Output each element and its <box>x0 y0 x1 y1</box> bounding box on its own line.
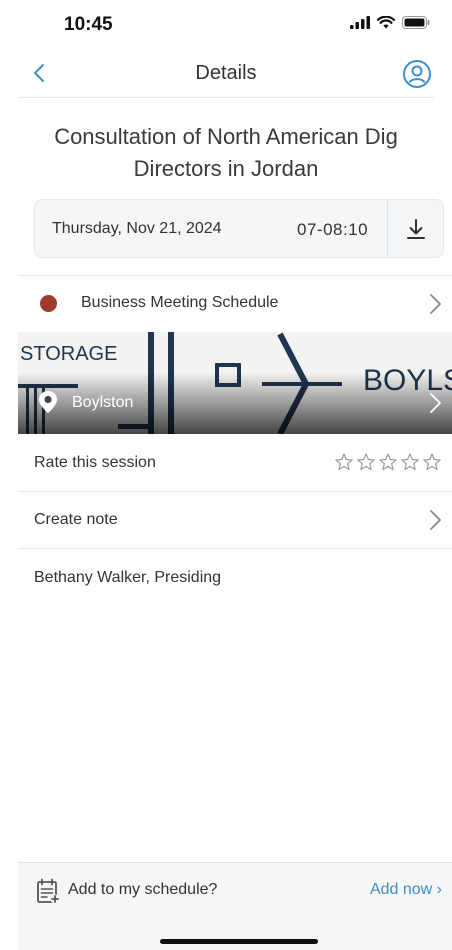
user-circle-icon[interactable] <box>402 59 432 89</box>
chevron-right-icon <box>430 510 441 530</box>
home-indicator <box>160 939 318 944</box>
star-icon[interactable] <box>400 452 420 472</box>
presiding-text: Bethany Walker, Presiding <box>34 569 222 586</box>
track-color-dot <box>40 295 57 312</box>
location-name: Boylston <box>72 394 134 411</box>
session-title: Consultation of North American Dig Direc… <box>54 124 398 181</box>
status-icons <box>350 16 430 29</box>
star-rating[interactable] <box>334 452 442 472</box>
star-icon[interactable] <box>422 452 442 472</box>
wifi-icon <box>377 16 395 29</box>
add-to-schedule-label: Add to my schedule? <box>68 881 218 898</box>
session-time: 07-08:10 <box>297 220 369 239</box>
rating-label: Rate this session <box>34 454 156 471</box>
chevron-right-icon <box>430 294 441 314</box>
star-icon[interactable] <box>356 452 376 472</box>
location-photo-text-left: STORAGE <box>20 343 117 365</box>
divider <box>18 548 452 549</box>
download-button[interactable] <box>388 200 444 257</box>
track-row[interactable]: Business Meeting Schedule <box>18 276 452 332</box>
signal-icon <box>350 16 370 29</box>
download-icon <box>407 218 425 239</box>
status-time: 10:45 <box>64 14 113 35</box>
star-icon[interactable] <box>334 452 354 472</box>
rating-row: Rate this session <box>18 434 452 491</box>
add-to-schedule-bar: Add to my schedule? Add now › <box>18 862 452 950</box>
location-pin-icon <box>39 391 57 413</box>
chevron-right-icon <box>430 393 441 413</box>
star-icon[interactable] <box>378 452 398 472</box>
date-time-card: Thursday, Nov 21, 2024 07-08:10 <box>34 199 444 258</box>
session-date: Thursday, Nov 21, 2024 <box>52 220 222 237</box>
status-bar: 10:45 <box>0 0 452 50</box>
battery-icon <box>402 16 430 29</box>
track-label: Business Meeting Schedule <box>81 294 279 311</box>
location-banner[interactable]: STORAGE BOYLS Boylston <box>18 332 452 434</box>
add-now-button[interactable]: Add now › <box>370 881 442 899</box>
calendar-add-icon <box>37 878 60 904</box>
page-title: Details <box>195 62 257 84</box>
create-note-row[interactable]: Create note <box>18 492 452 548</box>
nav-bar: Details <box>18 50 434 98</box>
create-note-label: Create note <box>34 511 118 528</box>
